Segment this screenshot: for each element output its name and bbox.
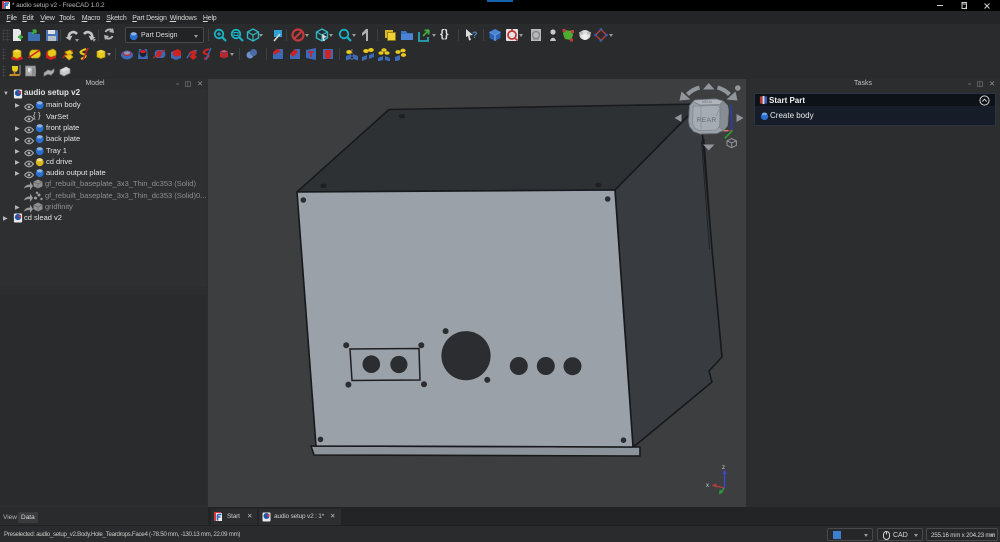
svg-text:z: z [722,465,725,471]
svg-text:MENU: MENU [702,100,713,104]
svg-text:REAR: REAR [696,117,716,124]
svg-text:?: ? [472,30,478,40]
svg-text:x: x [706,483,709,489]
